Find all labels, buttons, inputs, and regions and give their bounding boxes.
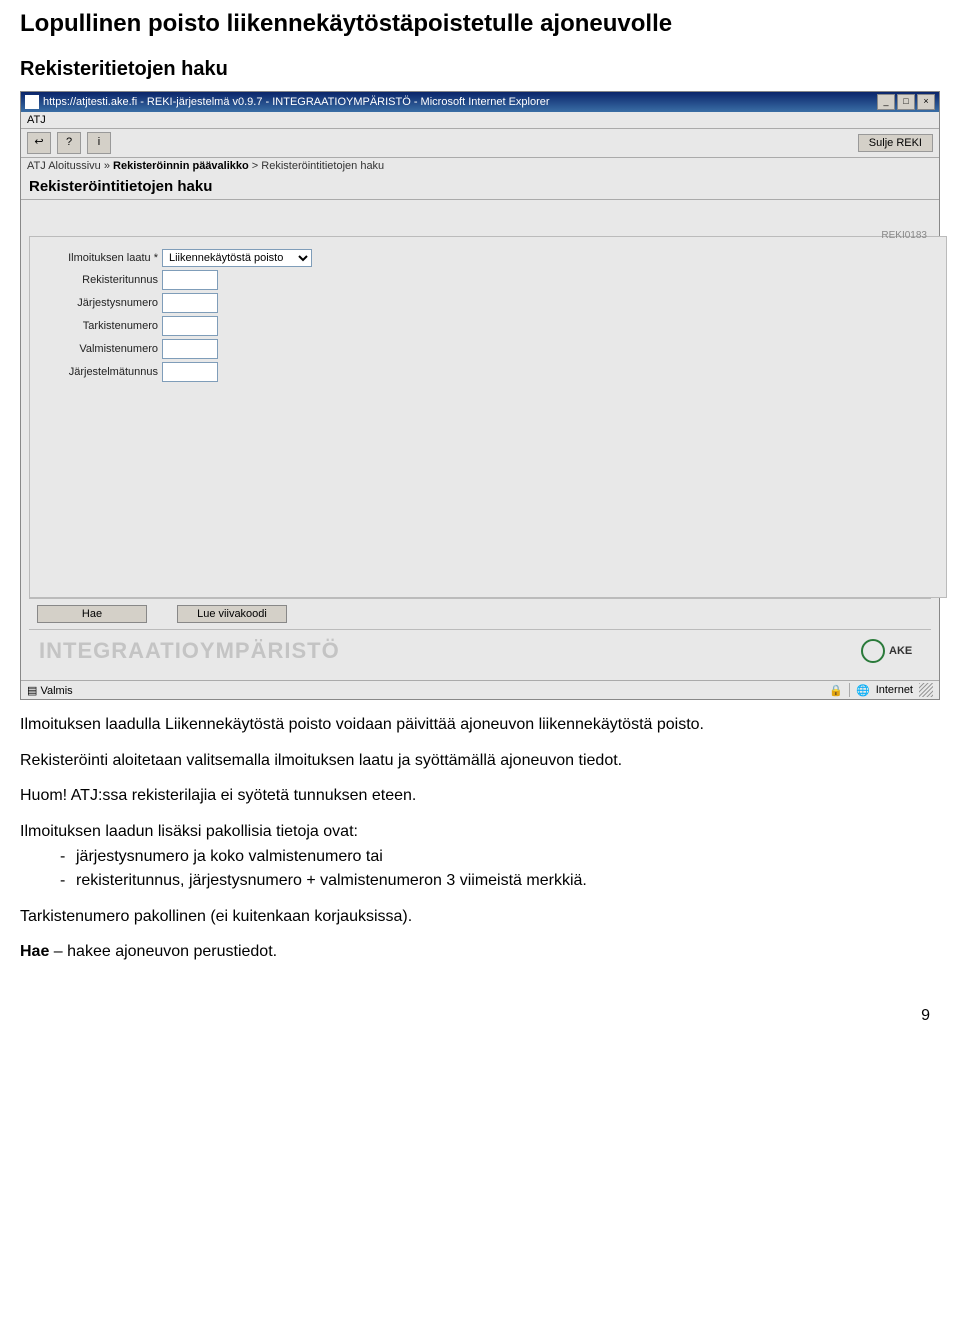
ilmoituksen-laatu-label: Ilmoituksen laatu * <box>38 252 162 264</box>
jarjestysnumero-label: Järjestysnumero <box>38 297 162 309</box>
ie-page-icon: ▤ <box>27 685 37 697</box>
info-button[interactable]: i <box>87 132 111 154</box>
document-title: Lopullinen poisto liikennekäytöstäpoiste… <box>0 0 960 43</box>
jarjestysnumero-input[interactable] <box>162 293 218 313</box>
ie-icon <box>25 95 39 109</box>
statusbar: ▤ Valmis 🔒 🌐 Internet <box>21 680 939 699</box>
window-title: https://atjtesti.ake.fi - REKI-järjestel… <box>43 96 550 108</box>
form-id: REKI0183 <box>881 230 927 241</box>
tarkistenumero-input[interactable] <box>162 316 218 336</box>
paragraph-6: Hae – hakee ajoneuvon perustiedot. <box>20 941 940 963</box>
bullet-list: järjestysnumero ja koko valmistenumero t… <box>20 846 940 891</box>
sulje-reki-button[interactable]: Sulje REKI <box>858 134 933 152</box>
breadcrumb: ATJ Aloitussivu » Rekisteröinnin päävali… <box>21 158 939 174</box>
ake-logo: AKE <box>861 639 921 663</box>
valmistenumero-label: Valmistenumero <box>38 343 162 355</box>
body-text: Ilmoituksen laadulla Liikennekäytöstä po… <box>0 714 960 963</box>
search-form: Ilmoituksen laatu * Liikennekäytöstä poi… <box>29 236 947 598</box>
hae-bold: Hae <box>20 943 49 960</box>
bullet-1: järjestysnumero ja koko valmistenumero t… <box>60 846 940 868</box>
maximize-button[interactable]: □ <box>897 94 915 110</box>
tarkistenumero-label: Tarkistenumero <box>38 320 162 332</box>
breadcrumb-home[interactable]: ATJ Aloitussivu » <box>27 160 110 172</box>
close-button[interactable]: × <box>917 94 935 110</box>
lue-viivakoodi-button[interactable]: Lue viivakoodi <box>177 605 287 623</box>
titlebar: https://atjtesti.ake.fi - REKI-järjestel… <box>21 92 939 112</box>
page-number: 9 <box>0 977 960 1035</box>
breadcrumb-page: > Rekisteröintitietojen haku <box>252 160 384 172</box>
paragraph-3: Huom! ATJ:ssa rekisterilajia ei syötetä … <box>20 785 940 807</box>
atj-menu[interactable]: ATJ <box>27 114 46 126</box>
content-area: REKI0183 Ilmoituksen laatu * Liikennekäy… <box>21 200 939 680</box>
ilmoituksen-laatu-select[interactable]: Liikennekäytöstä poisto <box>162 249 312 267</box>
help-button[interactable]: ? <box>57 132 81 154</box>
rekisteritunnus-input[interactable] <box>162 270 218 290</box>
document-subtitle: Rekisteritietojen haku <box>0 43 960 91</box>
footer-row: INTEGRAATIOYMPÄRISTÖ AKE <box>29 630 931 672</box>
paragraph-5: Tarkistenumero pakollinen (ei kuitenkaan… <box>20 906 940 928</box>
rekisteritunnus-label: Rekisteritunnus <box>38 274 162 286</box>
bullet-2: rekisteritunnus, järjestysnumero + valmi… <box>60 870 940 892</box>
page-header: Rekisteröintitietojen haku <box>21 174 939 200</box>
resize-grip[interactable] <box>919 683 933 697</box>
minimize-button[interactable]: _ <box>877 94 895 110</box>
breadcrumb-section[interactable]: Rekisteröinnin päävalikko <box>113 160 249 172</box>
ake-logo-text: AKE <box>889 645 912 657</box>
menubar: ATJ <box>21 112 939 129</box>
globe-icon: 🌐 <box>856 684 870 697</box>
status-zone: Internet <box>876 684 913 696</box>
toolbar: ↩ ? i Sulje REKI <box>21 129 939 158</box>
paragraph-4-intro: Ilmoituksen laadun lisäksi pakollisia ti… <box>20 821 940 843</box>
window-controls: _ □ × <box>877 94 935 110</box>
status-text: ▤ Valmis <box>27 684 73 697</box>
jarjestelmatunnus-label: Järjestelmätunnus <box>38 366 162 378</box>
back-button[interactable]: ↩ <box>27 132 51 154</box>
jarjestelmatunnus-input[interactable] <box>162 362 218 382</box>
valmistenumero-input[interactable] <box>162 339 218 359</box>
browser-window: https://atjtesti.ake.fi - REKI-järjestel… <box>20 91 940 700</box>
ake-logo-icon <box>861 639 885 663</box>
lock-icon: 🔒 <box>829 684 843 697</box>
environment-watermark: INTEGRAATIOYMPÄRISTÖ <box>39 638 340 664</box>
paragraph-2: Rekisteröinti aloitetaan valitsemalla il… <box>20 750 940 772</box>
action-button-row: Hae Lue viivakoodi <box>29 598 931 630</box>
hae-button[interactable]: Hae <box>37 605 147 623</box>
paragraph-1: Ilmoituksen laadulla Liikennekäytöstä po… <box>20 714 940 736</box>
